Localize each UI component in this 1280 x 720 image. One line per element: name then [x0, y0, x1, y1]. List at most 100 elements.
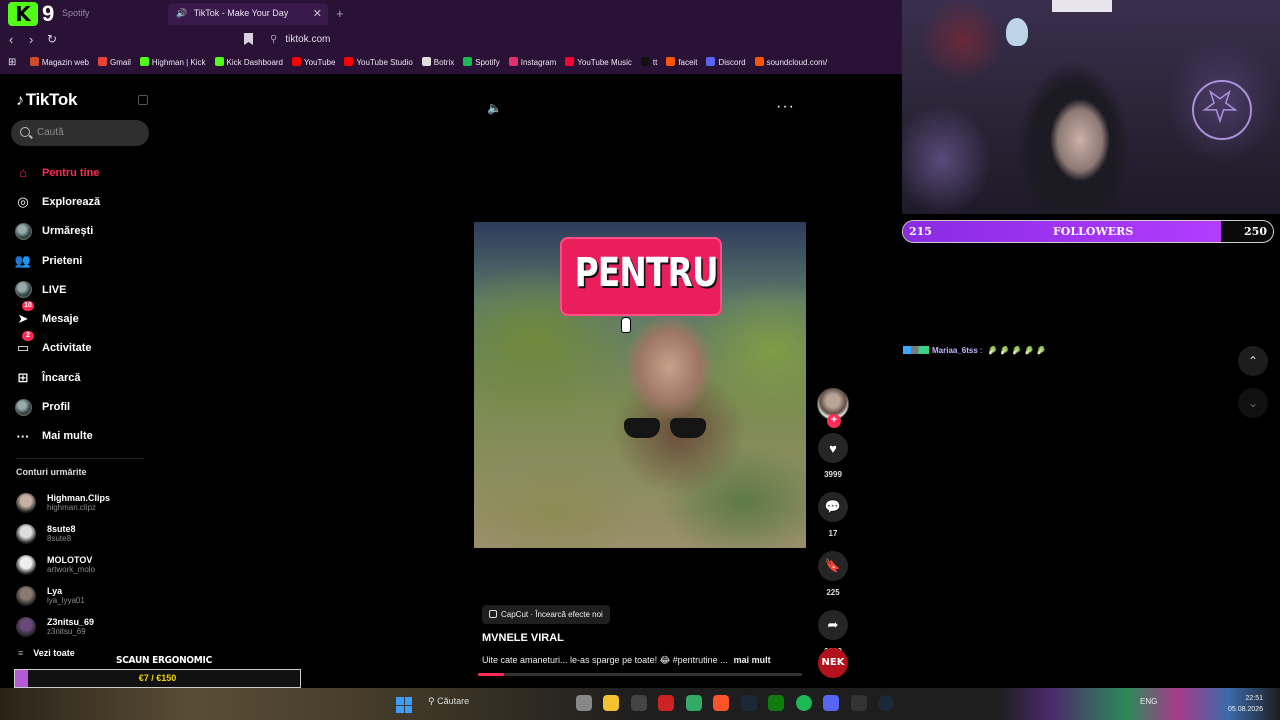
bookmark-favicon-icon	[666, 57, 676, 66]
bookmark-item[interactable]: faceit	[666, 52, 697, 74]
following-account-item[interactable]: MOLOTOV artwork_molo	[16, 549, 156, 580]
bookmark-item[interactable]: Discord	[706, 52, 746, 74]
video-progress-bar[interactable]	[478, 673, 802, 676]
nav-item-explorează[interactable]: ◎ Explorează	[14, 187, 154, 216]
following-account-item[interactable]: Z3nitsu_69 z3nitsu_69	[16, 611, 156, 642]
taskbar-app-icon[interactable]	[685, 695, 702, 711]
taskbar-app-icon[interactable]	[850, 695, 867, 711]
bookmark-favicon-icon	[706, 57, 716, 66]
tab-tiktok[interactable]: 🔊 TikTok - Make Your Day ✕	[168, 3, 328, 25]
nav-item-live[interactable]: LIVE	[14, 275, 154, 304]
bookmark-favicon-icon	[463, 57, 473, 66]
search-input[interactable]: Caută	[11, 120, 149, 146]
windows-start-icon[interactable]	[396, 697, 412, 713]
creator-avatar[interactable]: +	[817, 388, 849, 428]
nav-item-prieteni[interactable]: 👥 Prieteni	[14, 246, 154, 275]
file-explorer-icon[interactable]	[603, 695, 620, 711]
video-caption-text: PENTRU	[574, 250, 719, 296]
bookmark-item[interactable]: tt	[640, 52, 657, 74]
avatar	[16, 523, 36, 544]
new-tab-button[interactable]: +	[336, 6, 344, 21]
language-indicator[interactable]: ENG	[1140, 697, 1157, 706]
site-info-icon[interactable]: ⚲	[270, 34, 277, 45]
back-icon[interactable]: ‹	[9, 32, 13, 47]
share-icon[interactable]: ➦	[818, 610, 848, 640]
bookmark-item[interactable]: YouTube Studio	[344, 52, 413, 74]
webcam-detail	[1006, 18, 1028, 46]
heart-icon[interactable]: ♥	[818, 433, 848, 463]
bookmark-favicon-icon	[344, 57, 354, 66]
following-account-item[interactable]: Highman.Clips highman.clipz	[16, 487, 156, 518]
video-author[interactable]: MVNELE VIRAL	[482, 632, 564, 644]
bookmark-favicon-icon	[565, 57, 575, 66]
bookmark-favicon-icon	[214, 57, 224, 66]
bookmark-item[interactable]: Highman | Kick	[139, 52, 206, 74]
follow-plus-button[interactable]: +	[827, 414, 841, 428]
discord-icon[interactable]	[823, 695, 840, 711]
bookmark-item[interactable]: YouTube Music	[565, 52, 632, 74]
tiktok-logo[interactable]: ♪ TikTok	[16, 90, 77, 110]
bookmark-item[interactable]: Kick Dashboard	[214, 52, 283, 74]
bookmark-item[interactable]: Spotify	[463, 52, 500, 74]
bookmark-item[interactable]: Magazin web	[29, 52, 89, 74]
video-progress-fill	[478, 673, 504, 676]
tab-spotify[interactable]: Spotify	[62, 8, 90, 18]
bookmarks-bar: ⊞ Magazin web Gmail Highman | Kick Kick Das…	[0, 52, 902, 74]
taskbar-app-icon[interactable]	[658, 695, 675, 711]
spotify-icon[interactable]	[795, 695, 812, 711]
next-video-button[interactable]: ⌄	[1238, 388, 1268, 418]
close-tab-icon[interactable]: ✕	[313, 7, 322, 20]
following-avatar-icon	[14, 222, 32, 240]
clock[interactable]: 22:51 05.08.2026	[1228, 693, 1263, 715]
apps-grid-icon[interactable]: ⊞	[8, 52, 16, 74]
nav-item-încarcă[interactable]: ⊞ Încarcă	[14, 363, 154, 392]
steam-icon[interactable]	[877, 695, 894, 711]
following-account-item[interactable]: 8sute8 8sute8	[16, 518, 156, 549]
pentagram-icon	[1192, 80, 1252, 140]
nav-item-urmărești[interactable]: Urmărești	[14, 217, 154, 246]
bookmark-item[interactable]: Botrix	[421, 52, 454, 74]
following-accounts-list: Highman.Clips highman.clipz 8sute8 8sute8 MO…	[16, 487, 156, 642]
bookmark-page-icon[interactable]	[244, 33, 253, 45]
volume-icon[interactable]: 🔈	[487, 101, 502, 115]
taskbar-search[interactable]: ⚲ Căutare	[428, 696, 469, 707]
followers-goal-bar: 215 FOLLOWERS 250	[902, 220, 1274, 243]
more-options-icon[interactable]: ···	[776, 98, 795, 116]
capcut-tag[interactable]: CapCut · Încearcă efecte noi	[482, 605, 610, 624]
see-all-link[interactable]: ≡ Vezi toate	[18, 648, 75, 658]
chat-badges-icon	[903, 346, 929, 354]
save-count: 225	[826, 588, 840, 597]
collapse-sidebar-icon[interactable]	[138, 95, 148, 105]
nav-item-profil[interactable]: Profil	[14, 392, 154, 421]
nav-item-mesaje[interactable]: ➤ 10 Mesaje	[14, 301, 154, 333]
comment-icon[interactable]: 💬	[818, 492, 848, 522]
bookmark-item[interactable]: Instagram	[508, 52, 556, 74]
address-bar-row: ‹ › ↻ ⚲ tiktok.com	[0, 28, 902, 52]
sound-disc[interactable]: NEK	[818, 648, 848, 678]
nav-item-activitate[interactable]: ▭ 2 Activitate	[14, 330, 154, 363]
nav-item-mai-multe[interactable]: ··· Mai multe	[14, 422, 154, 451]
bookmark-favicon-icon	[292, 57, 302, 66]
bookmark-item[interactable]: Gmail	[97, 52, 131, 74]
taskbar-app-icon[interactable]	[576, 695, 592, 711]
steam-icon[interactable]	[740, 695, 757, 711]
reload-icon[interactable]: ↻	[47, 32, 57, 46]
browser-tab-bar: K 9 Spotify 🔊 TikTok - Make Your Day ✕ +	[0, 0, 902, 28]
obs-icon[interactable]	[630, 695, 647, 711]
forward-icon[interactable]: ›	[29, 32, 33, 47]
bookmark-icon[interactable]: 🔖	[818, 551, 848, 581]
promo-goal-text: €7 / €150	[138, 673, 177, 683]
bookmark-item[interactable]: soundcloud.com/	[754, 52, 827, 74]
xbox-icon[interactable]	[768, 695, 785, 711]
brave-icon[interactable]	[713, 695, 730, 711]
more-link[interactable]: mai mult	[734, 655, 771, 665]
nav-item-pentru-tine[interactable]: ⌂ Pentru tine	[14, 158, 154, 187]
following-account-item[interactable]: Lya lya_lyya01	[16, 580, 156, 611]
home-icon: ⌂	[19, 165, 27, 181]
bookmark-item[interactable]: YouTube	[292, 52, 335, 74]
followers-goal: 250	[1244, 225, 1267, 238]
previous-video-button[interactable]: ⌃	[1238, 346, 1268, 376]
profile-avatar-icon	[14, 398, 32, 416]
followers-current: 215	[909, 225, 932, 238]
url-field[interactable]: ⚲ tiktok.com	[270, 34, 330, 45]
